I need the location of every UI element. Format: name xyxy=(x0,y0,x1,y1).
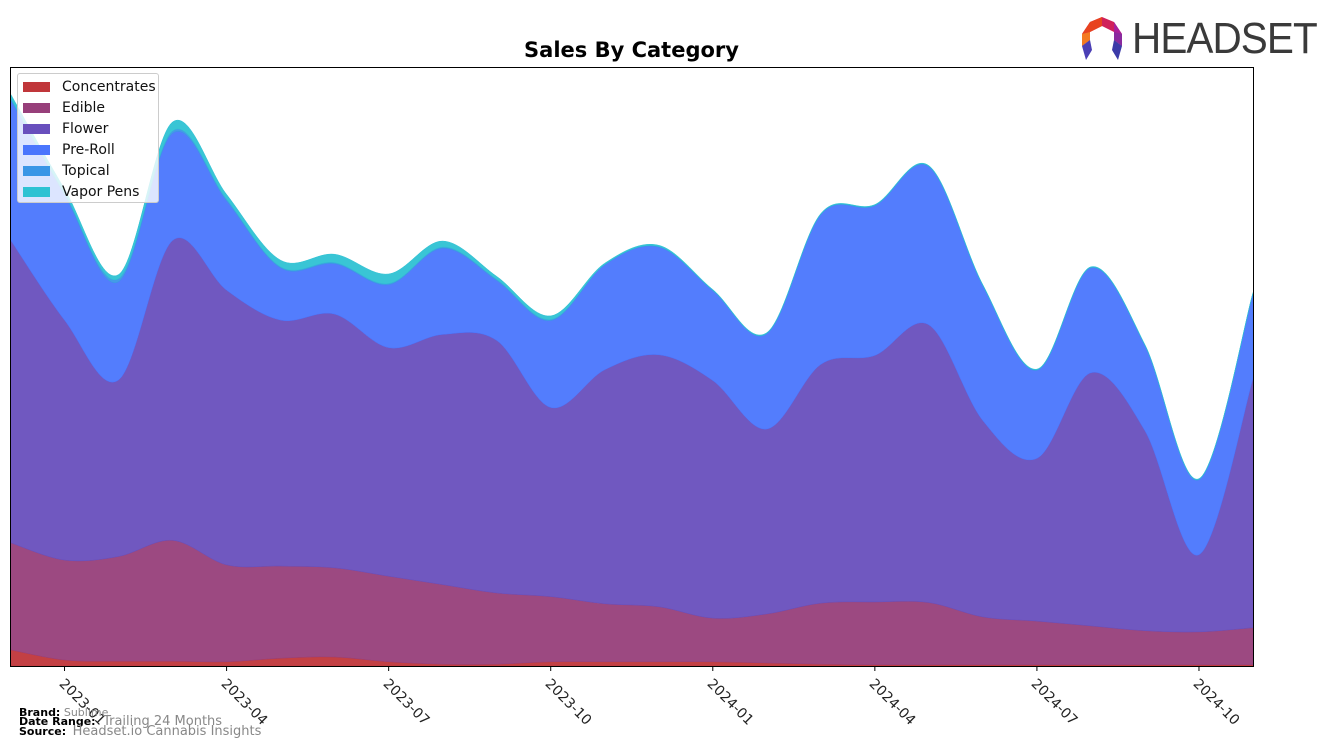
legend-item-pre-roll: Pre-Roll xyxy=(23,140,115,160)
footer-source: Source: Headset.io Cannabis Insights xyxy=(19,724,262,739)
legend-label: Concentrates xyxy=(62,79,156,95)
legend-item-flower: Flower xyxy=(23,119,108,139)
headset-logo-icon xyxy=(1082,17,1122,60)
legend-label: Topical xyxy=(62,163,110,179)
legend-swatch xyxy=(23,124,50,134)
headset-logo-text: HEADSET xyxy=(1132,14,1317,63)
legend-label: Flower xyxy=(62,121,109,137)
legend-swatch xyxy=(23,187,50,197)
legend: Concentrates Edible Flower Pre-Roll Topical V… xyxy=(17,73,159,203)
legend-item-topical: Topical xyxy=(23,161,110,181)
legend-item-edible: Edible xyxy=(23,98,105,118)
legend-label: Edible xyxy=(62,100,106,116)
legend-item-vapor-pens: Vapor Pens xyxy=(23,182,139,202)
source-value: Headset.io Cannabis Insights xyxy=(72,724,262,739)
legend-swatch xyxy=(23,145,50,155)
legend-swatch xyxy=(23,103,50,113)
headset-logo: HEADSET xyxy=(1078,14,1317,64)
stacked-area-chart xyxy=(10,67,1254,671)
legend-label: Pre-Roll xyxy=(62,142,115,158)
legend-item-concentrates: Concentrates xyxy=(23,77,156,97)
legend-label: Vapor Pens xyxy=(62,184,140,200)
source-label: Source: xyxy=(19,725,67,738)
area-layers xyxy=(10,92,1254,667)
legend-swatch xyxy=(23,82,50,92)
legend-swatch xyxy=(23,166,50,176)
